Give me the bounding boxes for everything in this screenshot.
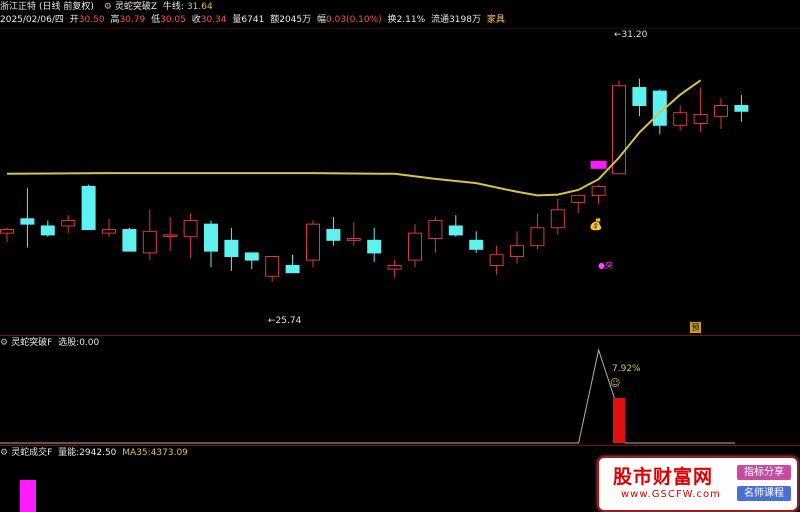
period-label: (日线 前复权) — [39, 2, 94, 12]
change-label: 幅 — [317, 15, 327, 25]
candle-body — [61, 220, 76, 227]
niuxian-label: 牛线: — [162, 2, 184, 12]
candle-body — [673, 112, 688, 126]
candle-body — [367, 239, 382, 254]
main-indicator-name[interactable]: 灵蛇突破Z — [115, 2, 157, 12]
candle-body — [285, 264, 300, 274]
candle-body — [428, 220, 443, 240]
low-label: 低 — [151, 15, 161, 25]
industry-label: 家具 — [486, 15, 505, 25]
candle-body — [714, 105, 728, 117]
sub-header: ⚙ 灵蛇突破F 选股:0.00 — [0, 336, 102, 350]
teacher-course-button[interactable]: 名师课程 — [737, 486, 791, 501]
tu-mark: ●突 — [598, 261, 613, 270]
candle-body — [20, 218, 35, 225]
gear-icon[interactable]: ⚙ — [0, 338, 8, 348]
float-value: 3198万 — [449, 15, 481, 25]
candle-body — [326, 229, 341, 241]
low-marker: ←25.74 — [268, 316, 302, 326]
change-value: 0.03(0.10%) — [326, 15, 382, 25]
high-marker: ←31.20 — [614, 30, 648, 40]
ma35-label: MA35: — [122, 448, 151, 458]
candle-body — [448, 225, 463, 236]
candle-body — [571, 194, 586, 204]
open-label: 开 — [69, 15, 79, 25]
candle-body — [0, 229, 14, 234]
main-chart-svg — [0, 28, 800, 512]
candle-body — [102, 229, 116, 234]
select-label: 选股: — [58, 338, 80, 348]
quote-header: 2025/02/06/四 开30.50 高30.79 低30.05 收30.34… — [0, 13, 508, 27]
breakout-marker — [590, 160, 607, 169]
candle-body — [530, 227, 545, 247]
smile-icon: ☺ — [610, 378, 621, 389]
open-value: 30.50 — [78, 15, 105, 25]
stock-name: 浙江正特 — [0, 2, 37, 12]
amount-value: 2045万 — [279, 15, 312, 25]
candle-body — [632, 87, 647, 107]
candle-body — [469, 239, 484, 250]
candle-body — [306, 223, 320, 261]
candle-body — [346, 238, 361, 241]
sub-percent-label: 7.92% — [612, 364, 641, 374]
gear-icon[interactable]: ⚙ — [0, 448, 8, 458]
close-value: 30.34 — [200, 15, 227, 25]
site-watermark: 股市财富网 www.GSCFW.com 指标分享 名师课程 — [598, 457, 798, 511]
volume-value: 6741 — [241, 15, 265, 25]
chart-stage: 浙江正特 (日线 前复权) ⚙ 灵蛇突破Z 牛线: 31.64 2025/02/06/… — [0, 0, 800, 512]
gear-icon[interactable]: ⚙ — [104, 2, 112, 12]
volume-bar — [20, 480, 36, 512]
turnover-value: 2.11% — [396, 15, 426, 25]
vol-header: ⚙ 灵蛇成交F 量能:2942.50 MA35:4373.09 — [0, 446, 191, 460]
candle-body — [142, 230, 157, 254]
vol-label: 量能: — [58, 448, 80, 458]
low-value: 30.05 — [160, 15, 186, 25]
niuxian-value: 31.64 — [186, 2, 213, 12]
money-bag-icon: 💰 — [589, 218, 603, 231]
pre-mark: 预 — [690, 322, 701, 333]
select-value: 0.00 — [79, 338, 100, 348]
candle-body — [408, 232, 422, 261]
candle-body — [510, 245, 524, 257]
candle-body — [224, 239, 239, 257]
turnover-label: 换 — [387, 15, 397, 25]
float-label: 流通 — [431, 15, 450, 25]
amount-label: 额 — [270, 15, 280, 25]
candle-body — [122, 229, 137, 252]
close-label: 收 — [191, 15, 201, 25]
candle-body — [183, 220, 198, 238]
high-marker-value: 31.20 — [621, 30, 648, 40]
candle-body — [204, 223, 218, 252]
main-header: 浙江正特 (日线 前复权) ⚙ 灵蛇突破Z 牛线: 31.64 — [0, 0, 216, 14]
share-indicator-button[interactable]: 指标分享 — [737, 465, 791, 480]
candle-body — [489, 254, 504, 266]
select-bar — [613, 398, 625, 443]
candle-body — [591, 185, 606, 196]
candle-body — [734, 105, 749, 112]
high-value: 30.79 — [119, 15, 146, 25]
watermark-url: www.GSCFW.com — [621, 489, 721, 500]
ma35-value: 4373.09 — [150, 448, 188, 458]
candle-body — [163, 234, 178, 237]
niuxian-line — [6, 79, 702, 197]
candle-body — [40, 225, 55, 236]
candle-body — [81, 185, 96, 231]
candle-body — [244, 252, 259, 261]
candle-body — [612, 85, 626, 175]
candle-body — [387, 264, 402, 270]
low-marker-value: 25.74 — [275, 316, 302, 326]
tu-mark-text: 突 — [604, 261, 613, 270]
vol-value: 2942.50 — [79, 448, 117, 458]
candle-body — [550, 209, 565, 229]
candle-body — [693, 113, 708, 124]
sub-indicator-name[interactable]: 灵蛇突破F — [11, 338, 52, 348]
vol-indicator-name[interactable]: 灵蛇成交F — [11, 448, 52, 458]
quote-date: 2025/02/06/四 — [0, 15, 64, 25]
watermark-title: 股市财富网 — [613, 466, 714, 488]
candle-body — [265, 256, 280, 277]
